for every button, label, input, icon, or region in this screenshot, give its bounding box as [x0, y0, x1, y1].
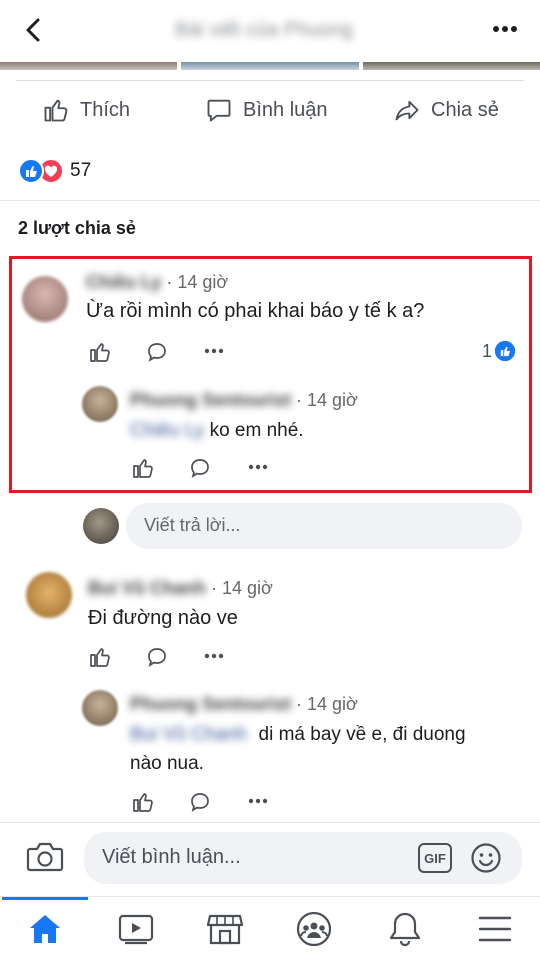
- avatar: [83, 508, 119, 544]
- divider: [0, 822, 540, 823]
- more-horizontal-icon[interactable]: [248, 464, 268, 470]
- reply-icon[interactable]: [145, 645, 169, 669]
- post-image-strip[interactable]: [0, 62, 540, 70]
- like-icon[interactable]: [88, 645, 112, 669]
- share-button[interactable]: Chia sẻ: [393, 96, 499, 124]
- comment-time: · 14 giờ: [166, 272, 229, 292]
- comment-input[interactable]: Viết bình luận...: [84, 832, 522, 884]
- marketplace-icon[interactable]: [206, 912, 244, 946]
- avatar[interactable]: [26, 572, 72, 618]
- comment-author[interactable]: Chiêu Ly: [86, 272, 161, 292]
- reply-author[interactable]: Phuong Sentourist: [130, 390, 291, 410]
- reply-body: Chiêu Ly ko em nhé.: [130, 420, 304, 442]
- like-reaction-icon: [494, 340, 516, 362]
- comment-time: · 14 giờ: [211, 578, 273, 598]
- reply-text: ko em nhé.: [209, 420, 304, 441]
- reply-text: di má bay về e, đi duong: [258, 724, 466, 745]
- like-icon[interactable]: [131, 790, 155, 814]
- groups-icon[interactable]: [295, 911, 333, 947]
- shares-count[interactable]: 2 lượt chia sẻ: [18, 218, 136, 239]
- reply-icon[interactable]: [145, 340, 169, 364]
- comment-like-count[interactable]: 1: [482, 340, 516, 362]
- reply-icon[interactable]: [188, 790, 212, 814]
- mention[interactable]: Bui Vũ Chanh: [130, 724, 247, 745]
- avatar[interactable]: [82, 386, 118, 422]
- more-horizontal-icon[interactable]: [492, 24, 518, 34]
- comment-header: Bui Vũ Chanh · 14 giờ: [88, 578, 273, 599]
- comment-placeholder: Viết bình luận...: [102, 846, 241, 868]
- more-horizontal-icon[interactable]: [204, 653, 224, 659]
- comment-label: Bình luận: [243, 98, 328, 121]
- comment-text: Đi đường nào ve: [88, 607, 238, 629]
- like-reaction-icon: [18, 158, 44, 184]
- like-icon[interactable]: [88, 340, 112, 364]
- camera-icon[interactable]: [26, 840, 64, 874]
- active-tab-indicator: [2, 897, 88, 900]
- reply-text-continued: nào nua.: [130, 753, 204, 774]
- page-title: Bài viết của Phuong: [175, 19, 353, 41]
- gif-label: GIF: [424, 850, 446, 866]
- emoji-icon[interactable]: [470, 842, 502, 874]
- reply-time: · 14 giờ: [296, 694, 358, 714]
- reply-header: Phuong Sentourist · 14 giờ: [130, 694, 358, 715]
- mention[interactable]: Chiêu Ly: [130, 420, 204, 441]
- comment-icon: [205, 96, 233, 124]
- like-icon: [42, 96, 70, 124]
- watch-icon[interactable]: [117, 913, 155, 945]
- more-horizontal-icon[interactable]: [204, 348, 224, 354]
- reply-placeholder: Viết trả lời...: [144, 515, 241, 535]
- gif-button[interactable]: GIF: [418, 843, 452, 873]
- like-button[interactable]: Thích: [42, 96, 130, 124]
- reply-header: Phuong Sentourist · 14 giờ: [130, 390, 358, 411]
- divider: [16, 80, 524, 81]
- divider: [0, 200, 540, 201]
- notifications-icon[interactable]: [388, 910, 422, 948]
- reactions-summary[interactable]: 57: [18, 158, 91, 184]
- reply-input[interactable]: Viết trả lời...: [126, 503, 522, 549]
- comment-author[interactable]: Bui Vũ Chanh: [88, 578, 206, 598]
- share-icon: [393, 96, 421, 124]
- comment-header: Chiêu Ly · 14 giờ: [86, 272, 228, 293]
- reply-icon[interactable]: [188, 456, 212, 480]
- avatar[interactable]: [22, 276, 68, 322]
- reaction-count: 57: [70, 160, 92, 181]
- avatar[interactable]: [82, 690, 118, 726]
- reply-body: Bui Vũ Chanh di má bay về e, đi duong: [130, 724, 510, 746]
- share-label: Chia sẻ: [431, 98, 499, 121]
- back-arrow-icon[interactable]: [20, 16, 48, 44]
- comment-text: Ừa rồi mình có phai khai báo y tế k a?: [86, 300, 425, 322]
- reply-time: · 14 giờ: [296, 390, 358, 410]
- home-icon[interactable]: [28, 913, 62, 945]
- like-icon[interactable]: [131, 456, 155, 480]
- comment-button[interactable]: Bình luận: [205, 96, 328, 124]
- menu-icon[interactable]: [478, 915, 512, 943]
- like-label: Thích: [80, 98, 131, 121]
- more-horizontal-icon[interactable]: [248, 798, 268, 804]
- reply-author[interactable]: Phuong Sentourist: [130, 694, 291, 714]
- bottom-nav: [0, 896, 540, 961]
